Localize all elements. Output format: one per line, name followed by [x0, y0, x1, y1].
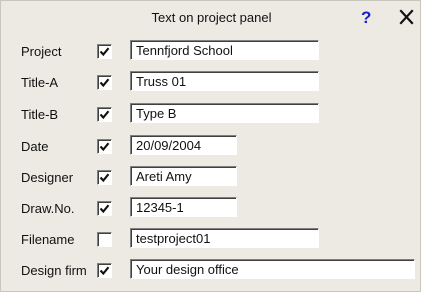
title-a-field[interactable] — [130, 71, 319, 91]
check-icon — [99, 47, 110, 57]
panel-title: Text on project panel — [151, 10, 272, 25]
date-checkbox[interactable] — [97, 139, 112, 154]
design-firm-label: Design firm — [21, 263, 87, 278]
project-text-panel: Text on project panel ? Project Title-A … — [0, 0, 421, 292]
designer-checkbox[interactable] — [97, 170, 112, 185]
row-date: Date — [1, 135, 421, 159]
date-label: Date — [21, 139, 49, 154]
check-icon — [99, 142, 110, 152]
project-checkbox[interactable] — [97, 44, 112, 59]
title-a-label: Title-A — [21, 75, 59, 90]
check-icon — [99, 110, 110, 120]
title-b-label: Title-B — [21, 107, 59, 122]
title-a-checkbox[interactable] — [97, 75, 112, 90]
designer-field[interactable] — [130, 166, 237, 186]
project-field[interactable] — [130, 40, 319, 60]
row-design-firm: Design firm — [1, 259, 421, 283]
row-title-a: Title-A — [1, 71, 421, 95]
title-b-field[interactable] — [130, 103, 319, 123]
row-draw-no: Draw.No. — [1, 197, 421, 221]
title-b-checkbox[interactable] — [97, 107, 112, 122]
title-bar: Text on project panel ? — [1, 1, 421, 39]
filename-field[interactable] — [130, 228, 319, 248]
close-icon[interactable] — [397, 6, 417, 28]
check-icon — [99, 78, 110, 88]
draw-no-label: Draw.No. — [21, 201, 75, 216]
check-icon — [99, 266, 110, 276]
draw-no-field[interactable] — [130, 197, 237, 217]
date-field[interactable] — [130, 135, 237, 155]
row-designer: Designer — [1, 166, 421, 190]
help-icon[interactable]: ? — [361, 8, 371, 28]
filename-label: Filename — [21, 232, 75, 247]
filename-checkbox[interactable] — [97, 232, 112, 247]
design-firm-field[interactable] — [130, 259, 415, 279]
row-title-b: Title-B — [1, 103, 421, 127]
project-label: Project — [21, 44, 62, 59]
check-icon — [99, 173, 110, 183]
row-project: Project — [1, 40, 421, 64]
designer-label: Designer — [21, 170, 74, 185]
design-firm-checkbox[interactable] — [97, 263, 112, 278]
draw-no-checkbox[interactable] — [97, 201, 112, 216]
row-filename: Filename — [1, 228, 421, 252]
check-icon — [99, 204, 110, 214]
